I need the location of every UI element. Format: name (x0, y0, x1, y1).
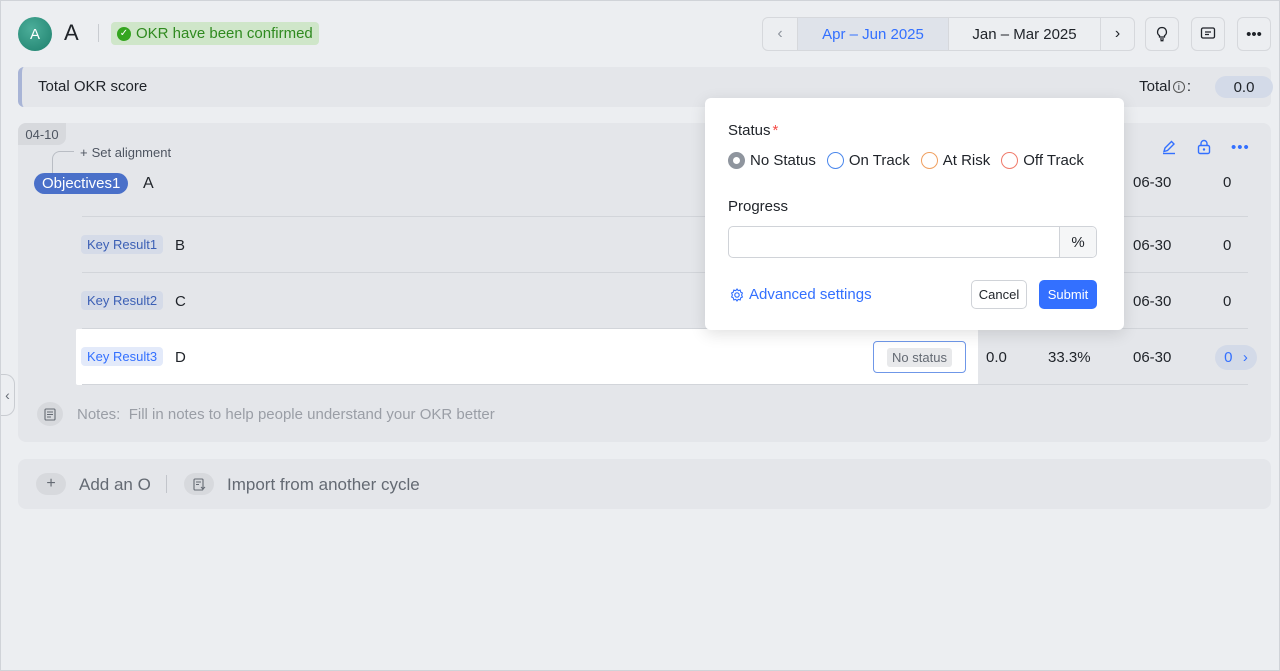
kr-tag-1: Key Result1 (81, 235, 164, 254)
progress-field: % (728, 226, 1097, 258)
objective-count: 0 (1223, 174, 1232, 191)
plus-icon: + (80, 145, 88, 160)
comment-button[interactable] (1191, 17, 1225, 51)
confirm-badge-label: OKR have been confirmed (136, 25, 313, 42)
radio-on-track[interactable]: On Track (826, 152, 910, 169)
radio-no-status[interactable]: No Status (728, 152, 816, 169)
cycle-tab-active[interactable]: Apr – Jun 2025 (797, 18, 948, 50)
progress-label: Progress (728, 198, 789, 215)
kr-due-3: 06-30 (1133, 349, 1172, 366)
kr-count-3-pill[interactable]: 0 › (1215, 345, 1257, 370)
chevron-right-icon: › (1242, 349, 1248, 366)
row-divider (82, 384, 1248, 385)
objective-name[interactable]: A (143, 175, 154, 193)
radio-dot (1001, 152, 1019, 169)
progress-input[interactable] (729, 227, 1059, 257)
chevron-left-icon[interactable]: ‹ (763, 18, 797, 50)
more-icon[interactable]: ••• (1231, 139, 1250, 156)
radio-dot (826, 152, 844, 169)
collapse-sidebar-tab[interactable]: ‹ (1, 374, 15, 416)
alignment-connector (52, 151, 74, 173)
radio-at-risk[interactable]: At Risk (920, 152, 990, 169)
total-score-value: 0.0 (1215, 76, 1273, 98)
header-divider (98, 24, 99, 42)
app-window: A A ✓ OKR have been confirmed ‹ Apr – Ju… (0, 0, 1280, 671)
notes-icon (37, 402, 63, 426)
edit-icon[interactable] (1161, 139, 1177, 155)
objective-tag: Objectives1 (34, 173, 129, 194)
info-icon[interactable]: i (1172, 80, 1185, 93)
radio-dot (920, 152, 938, 169)
gear-icon (730, 287, 744, 302)
total-title: Total OKR score (38, 78, 148, 95)
set-alignment-button[interactable]: + Set alignment (80, 145, 171, 160)
advanced-settings-link[interactable]: Advanced settings (730, 286, 872, 303)
kr-count-2: 0 (1223, 293, 1232, 310)
lock-icon[interactable] (1196, 139, 1212, 155)
cancel-button[interactable]: Cancel (971, 280, 1027, 309)
kr-name-1[interactable]: B (175, 237, 185, 254)
kr-score-3: 0.0 (986, 349, 1007, 366)
radio-dot (728, 152, 745, 169)
add-bar-divider (166, 475, 167, 493)
kr-name-3[interactable]: D (175, 349, 186, 366)
more-button[interactable]: ••• (1237, 17, 1271, 51)
bulb-icon (1156, 26, 1168, 42)
kr-name-2[interactable]: C (175, 293, 186, 310)
total-label: Total i : (1139, 78, 1191, 95)
notes-field[interactable]: Notes: Fill in notes to help people unde… (77, 406, 495, 423)
status-radio-group: No Status On Track At Risk Off Track (728, 152, 1084, 169)
chevron-left-icon: ‹ (5, 387, 10, 403)
kr-tag-2: Key Result2 (81, 291, 164, 310)
kr-tag-3: Key Result3 (81, 347, 164, 366)
user-name: A (64, 20, 79, 45)
avatar[interactable]: A (18, 17, 52, 51)
confirm-status-badge: ✓ OKR have been confirmed (111, 22, 319, 45)
kr-row-3-highlight: Key Result3 D No status (76, 329, 978, 385)
more-icon: ••• (1246, 25, 1262, 43)
import-icon[interactable] (184, 473, 214, 495)
kr-progress-3: 33.3% (1048, 349, 1091, 366)
kr-due-2: 06-30 (1133, 293, 1172, 310)
kr-status-value: No status (887, 347, 952, 367)
bulb-button[interactable] (1145, 17, 1179, 51)
cycle-tab-previous[interactable]: Jan – Mar 2025 (948, 18, 1100, 50)
add-objective-button[interactable]: Add an O (79, 475, 151, 495)
status-progress-popup: Status * No Status On Track At Risk Off T… (705, 98, 1124, 330)
chevron-right-icon[interactable]: › (1100, 18, 1134, 50)
status-label: Status * (728, 122, 779, 139)
import-from-cycle-button[interactable]: Import from another cycle (227, 475, 420, 495)
objective-actions: ••• (1161, 139, 1250, 156)
kr-count-1: 0 (1223, 237, 1232, 254)
check-circle-icon: ✓ (117, 26, 131, 41)
cycle-navigator: ‹ Apr – Jun 2025 Jan – Mar 2025 › (762, 17, 1135, 51)
percent-suffix: % (1059, 227, 1096, 257)
objective-due-date: 06-30 (1133, 174, 1172, 191)
plus-icon[interactable]: + (36, 473, 66, 495)
date-tag: 04-10 (18, 123, 66, 145)
submit-button[interactable]: Submit (1039, 280, 1097, 309)
add-objective-bar: + Add an O Import from another cycle (18, 459, 1271, 509)
kr-status-selector[interactable]: No status (873, 341, 966, 373)
kr-due-1: 06-30 (1133, 237, 1172, 254)
comment-icon (1200, 27, 1216, 39)
radio-off-track[interactable]: Off Track (1001, 152, 1084, 169)
